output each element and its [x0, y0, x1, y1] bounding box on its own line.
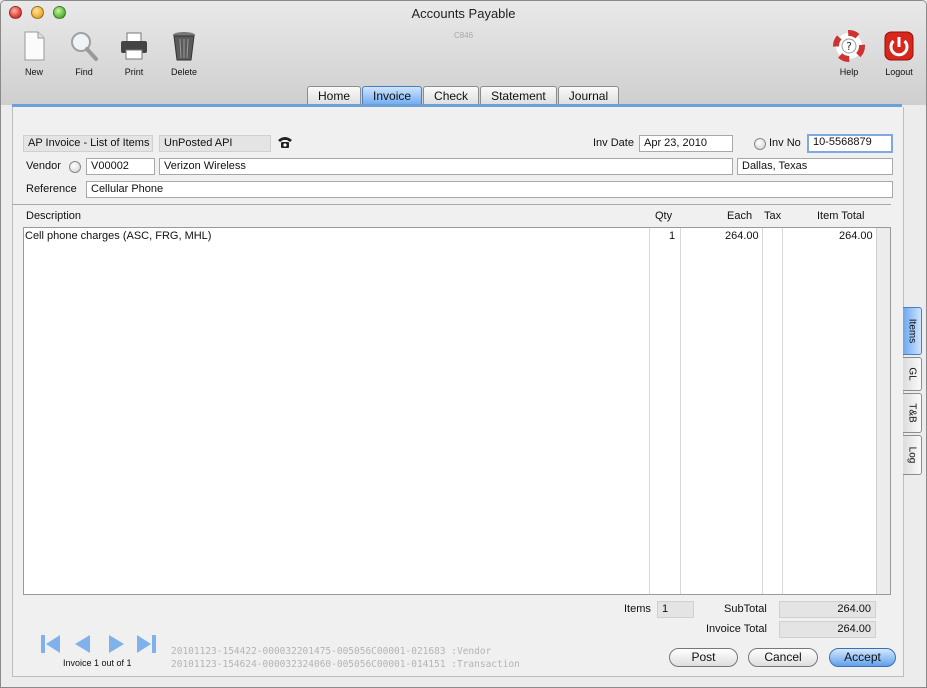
help-label: Help	[839, 67, 859, 77]
side-tab-gl[interactable]: GL	[903, 357, 922, 391]
record-position: Invoice 1 out of 1	[63, 658, 132, 668]
logout-button[interactable]: Logout	[874, 29, 924, 77]
row-item-total: 264.00	[839, 230, 873, 242]
inv-no-radio[interactable]	[754, 138, 766, 150]
reference-label: Reference	[26, 183, 77, 195]
side-tab-gl-label: GL	[906, 367, 918, 381]
row-qty: 1	[669, 230, 676, 242]
delete-label: Delete	[170, 67, 197, 77]
subtotal-field: 264.00	[779, 601, 876, 618]
row-description: Cell phone charges (ASC, FRG, MHL)	[25, 230, 212, 242]
delete-button[interactable]: Delete	[159, 29, 209, 77]
vendor-location-field[interactable]: Dallas, Texas	[737, 158, 893, 175]
side-tab-tb[interactable]: T&B	[903, 393, 922, 433]
inv-no-label: Inv No	[769, 137, 801, 149]
grid-divider	[762, 228, 763, 594]
new-document-icon	[17, 29, 51, 63]
reference-field[interactable]: Cellular Phone	[86, 181, 893, 198]
items-count-label: Items	[624, 603, 651, 615]
inv-date-label: Inv Date	[593, 137, 634, 149]
next-record-icon[interactable]	[105, 634, 127, 654]
vendor-name-field[interactable]: Verizon Wireless	[159, 158, 733, 175]
header-separator	[12, 204, 891, 205]
tab-home[interactable]: Home	[307, 86, 362, 106]
printer-icon	[117, 29, 151, 63]
side-tab-log[interactable]: Log	[903, 435, 922, 475]
side-tab-items-label: Items	[906, 318, 918, 344]
vendor-label: Vendor	[26, 160, 61, 172]
print-label: Print	[124, 67, 144, 77]
new-button[interactable]: New	[9, 29, 59, 77]
side-tab-log-label: Log	[906, 446, 918, 464]
invoice-total-field: 264.00	[779, 621, 876, 638]
col-description[interactable]: Description	[26, 210, 81, 222]
col-tax[interactable]: Tax	[764, 210, 781, 222]
app-window: Accounts Payable C846 New Find Print Del…	[0, 0, 927, 688]
lifebuoy-icon: ?	[832, 29, 866, 63]
accept-button[interactable]: Accept	[829, 648, 896, 667]
inv-date-field[interactable]: Apr 23, 2010	[639, 135, 733, 152]
items-grid[interactable]: Cell phone charges (ASC, FRG, MHL) 1 264…	[23, 227, 891, 595]
last-record-icon[interactable]	[135, 634, 157, 654]
subtotal-label: SubTotal	[724, 603, 767, 615]
tab-statement[interactable]: Statement	[480, 86, 557, 106]
logout-label: Logout	[885, 67, 913, 77]
cancel-button[interactable]: Cancel	[748, 648, 818, 667]
window-title: Accounts Payable	[411, 6, 516, 21]
col-item-total[interactable]: Item Total	[817, 210, 865, 222]
tab-journal[interactable]: Journal	[557, 86, 620, 106]
grid-scrollbar[interactable]	[876, 228, 890, 594]
col-each[interactable]: Each	[727, 210, 752, 222]
grid-divider	[680, 228, 681, 594]
find-button[interactable]: Find	[59, 29, 109, 77]
inv-no-field[interactable]: 10-5568879	[807, 134, 893, 153]
find-label: Find	[75, 67, 93, 77]
side-tab-items[interactable]: Items	[903, 307, 922, 355]
tab-check[interactable]: Check	[423, 86, 480, 106]
invoice-total-label: Invoice Total	[706, 623, 767, 635]
tab-invoice[interactable]: Invoice	[362, 86, 423, 106]
grid-divider	[649, 228, 650, 594]
magnifier-icon	[67, 29, 101, 63]
list-title: AP Invoice - List of Items	[23, 135, 153, 152]
print-button[interactable]: Print	[109, 29, 159, 77]
vendor-radio[interactable]	[69, 161, 81, 173]
vendor-record-path: 20101123-154422-000032201475-005056C0000…	[171, 646, 492, 657]
previous-record-icon[interactable]	[72, 634, 94, 654]
first-record-icon[interactable]	[40, 634, 62, 654]
transaction-record-path: 20101123-154624-000032324060-005056C0000…	[171, 659, 520, 670]
side-tab-tb-label: T&B	[906, 403, 918, 423]
row-each: 264.00	[725, 230, 759, 242]
help-button[interactable]: ? Help	[824, 29, 874, 77]
post-button[interactable]: Post	[669, 648, 738, 667]
col-qty[interactable]: Qty	[655, 210, 672, 222]
side-tabs: Items GL T&B Log	[903, 307, 923, 477]
svg-text:?: ?	[846, 40, 852, 53]
new-label: New	[24, 67, 43, 77]
main-tabs: Home Invoice Check Statement Journal	[307, 86, 620, 106]
posting-status: UnPosted API	[159, 135, 271, 152]
vendor-code-field[interactable]: V00002	[86, 158, 155, 175]
power-icon	[882, 29, 916, 63]
items-count-field: 1	[657, 601, 694, 618]
telephone-icon[interactable]	[277, 135, 293, 152]
grid-divider	[782, 228, 783, 594]
trash-icon	[167, 29, 201, 63]
title-bar: Accounts Payable C846 New Find Print Del…	[1, 1, 926, 107]
